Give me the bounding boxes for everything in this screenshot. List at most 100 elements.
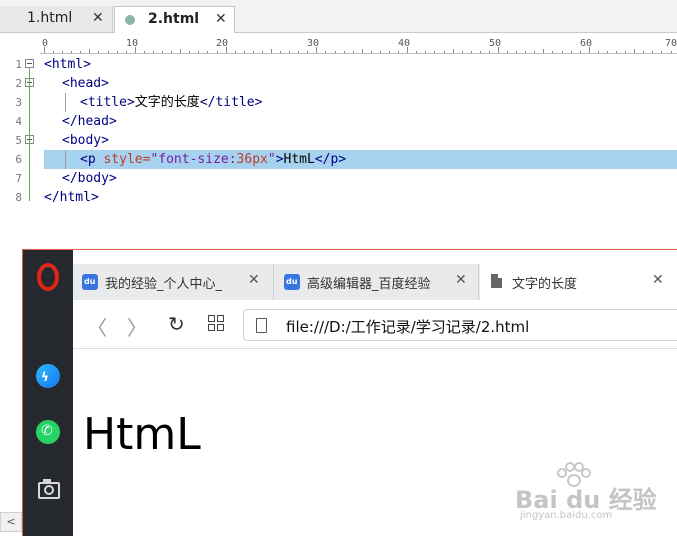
browser-tab-text-length[interactable]: 文字的长度 ✕ [480, 264, 677, 300]
ruler-tick [53, 51, 55, 53]
code-line-7: </body> [62, 169, 117, 188]
line-number: 6 [15, 153, 22, 166]
line-number: 8 [15, 191, 22, 204]
ruler-tick [280, 51, 282, 53]
ruler-tick [107, 51, 109, 53]
ruler-tick [434, 51, 436, 53]
browser-tab-advanced-editor[interactable]: 高级编辑器_百度经验 ✕ [275, 264, 479, 300]
messenger-icon[interactable]: ϟ [35, 363, 61, 389]
tab-title: 高级编辑器_百度经验 [307, 277, 431, 292]
indent-guide [65, 93, 66, 112]
ruler-tick [443, 51, 445, 53]
ruler-tick [498, 47, 499, 53]
scroll-left-button[interactable]: < [0, 512, 22, 532]
ruler-tick [516, 51, 518, 53]
back-button[interactable]: 〈 [87, 312, 107, 341]
browser-tab-personal-center[interactable]: 我的经验_个人中心_ ✕ [73, 264, 274, 300]
page-info-icon[interactable] [256, 318, 267, 333]
speed-dial-grid-icon[interactable] [208, 315, 224, 331]
code-tag: </p> [314, 152, 347, 167]
indent-guide [65, 150, 66, 169]
ruler-tick [616, 51, 618, 53]
code-tag: > [275, 152, 284, 167]
ruler-number: 50 [489, 38, 502, 49]
ruler-tick [643, 51, 645, 53]
ruler-tick [670, 51, 672, 53]
ruler-tick [325, 51, 327, 53]
code-tag: </title> [199, 95, 263, 110]
editor-tab-bar: 1.html ✕ 2.html ✕ [0, 0, 677, 33]
forward-button[interactable]: 〉 [127, 312, 147, 341]
opera-logo-icon[interactable] [35, 262, 61, 291]
code-tag: <head> [62, 76, 109, 91]
ruler-tick [198, 51, 200, 53]
tab-2-html[interactable]: 2.html ✕ [114, 6, 235, 33]
file-status-icon [125, 15, 135, 25]
tab-label: 1.html [27, 10, 73, 26]
tab-title: 文字的长度 [512, 277, 578, 292]
whatsapp-icon[interactable]: ✆ [35, 419, 61, 445]
tab-title: 我的经验_个人中心_ [105, 277, 223, 292]
ruler-tick [316, 47, 318, 53]
ruler-tick [525, 51, 527, 53]
document-icon [491, 274, 502, 288]
ruler-tick [561, 51, 563, 53]
ruler-tick [425, 51, 427, 53]
code-tag: <p [80, 152, 104, 167]
tab-1-html[interactable]: 1.html ✕ [0, 6, 113, 32]
close-icon[interactable]: ✕ [652, 272, 664, 288]
ruler-tick [461, 51, 463, 53]
ruler-tick [652, 51, 654, 53]
ruler-tick [479, 51, 481, 53]
ruler-tick [534, 51, 536, 53]
ruler-tick [98, 51, 100, 53]
reload-button[interactable]: ↻ [168, 312, 185, 336]
code-tag: </body> [62, 171, 117, 186]
ruler-tick [243, 51, 245, 53]
camera-icon[interactable] [35, 476, 61, 502]
code-tag: <title> [80, 95, 135, 110]
ruler-tick [162, 51, 164, 53]
column-ruler: 0 10 20 30 40 50 60 70 [40, 37, 677, 54]
ruler-tick [352, 51, 354, 53]
ruler-tick [216, 51, 218, 53]
ruler-tick [143, 51, 145, 53]
code-line-8: </html> [44, 188, 99, 207]
ruler-tick [470, 51, 472, 53]
watermark-url: jingyan.baidu.com [520, 510, 613, 521]
browser-sidebar: ϟ ✆ [23, 250, 73, 536]
fold-toggle-icon[interactable] [25, 59, 34, 68]
ruler-tick [171, 51, 173, 53]
url-text: file:///D:/工作记录/学习记录/2.html [286, 318, 530, 336]
close-icon[interactable]: ✕ [92, 10, 104, 26]
code-string: " [267, 152, 276, 167]
url-input[interactable]: file:///D:/工作记录/学习记录/2.html [243, 309, 677, 341]
ruler-tick [207, 51, 209, 53]
line-gutter: 1 2 3 4 5 6 7 8 [0, 55, 40, 215]
ruler-number: 40 [398, 38, 411, 49]
line-number: 2 [15, 77, 22, 90]
ruler-tick [134, 47, 136, 53]
line-number: 4 [15, 115, 22, 128]
code-tag: </head> [62, 114, 117, 129]
code-line-2: <head> [62, 74, 109, 93]
close-icon[interactable]: ✕ [455, 272, 467, 288]
ruler-tick [398, 51, 400, 53]
ruler-tick [125, 51, 127, 53]
ruler-tick [334, 51, 336, 53]
code-text: 文字的长度 [134, 95, 200, 110]
close-icon[interactable]: ✕ [215, 11, 227, 27]
ruler-number: 10 [126, 38, 139, 49]
line-number: 1 [15, 58, 22, 71]
ruler-tick [361, 49, 363, 53]
baidu-paw-icon [284, 274, 300, 290]
code-line-4: </head> [62, 112, 117, 131]
ruler-tick [570, 51, 572, 53]
line-number: 3 [15, 96, 22, 109]
ruler-tick [343, 51, 345, 53]
ruler-tick [89, 49, 91, 53]
baidu-paw-icon [82, 274, 98, 290]
ruler-tick [62, 51, 64, 53]
close-icon[interactable]: ✕ [248, 272, 260, 288]
line-number: 5 [15, 134, 22, 147]
